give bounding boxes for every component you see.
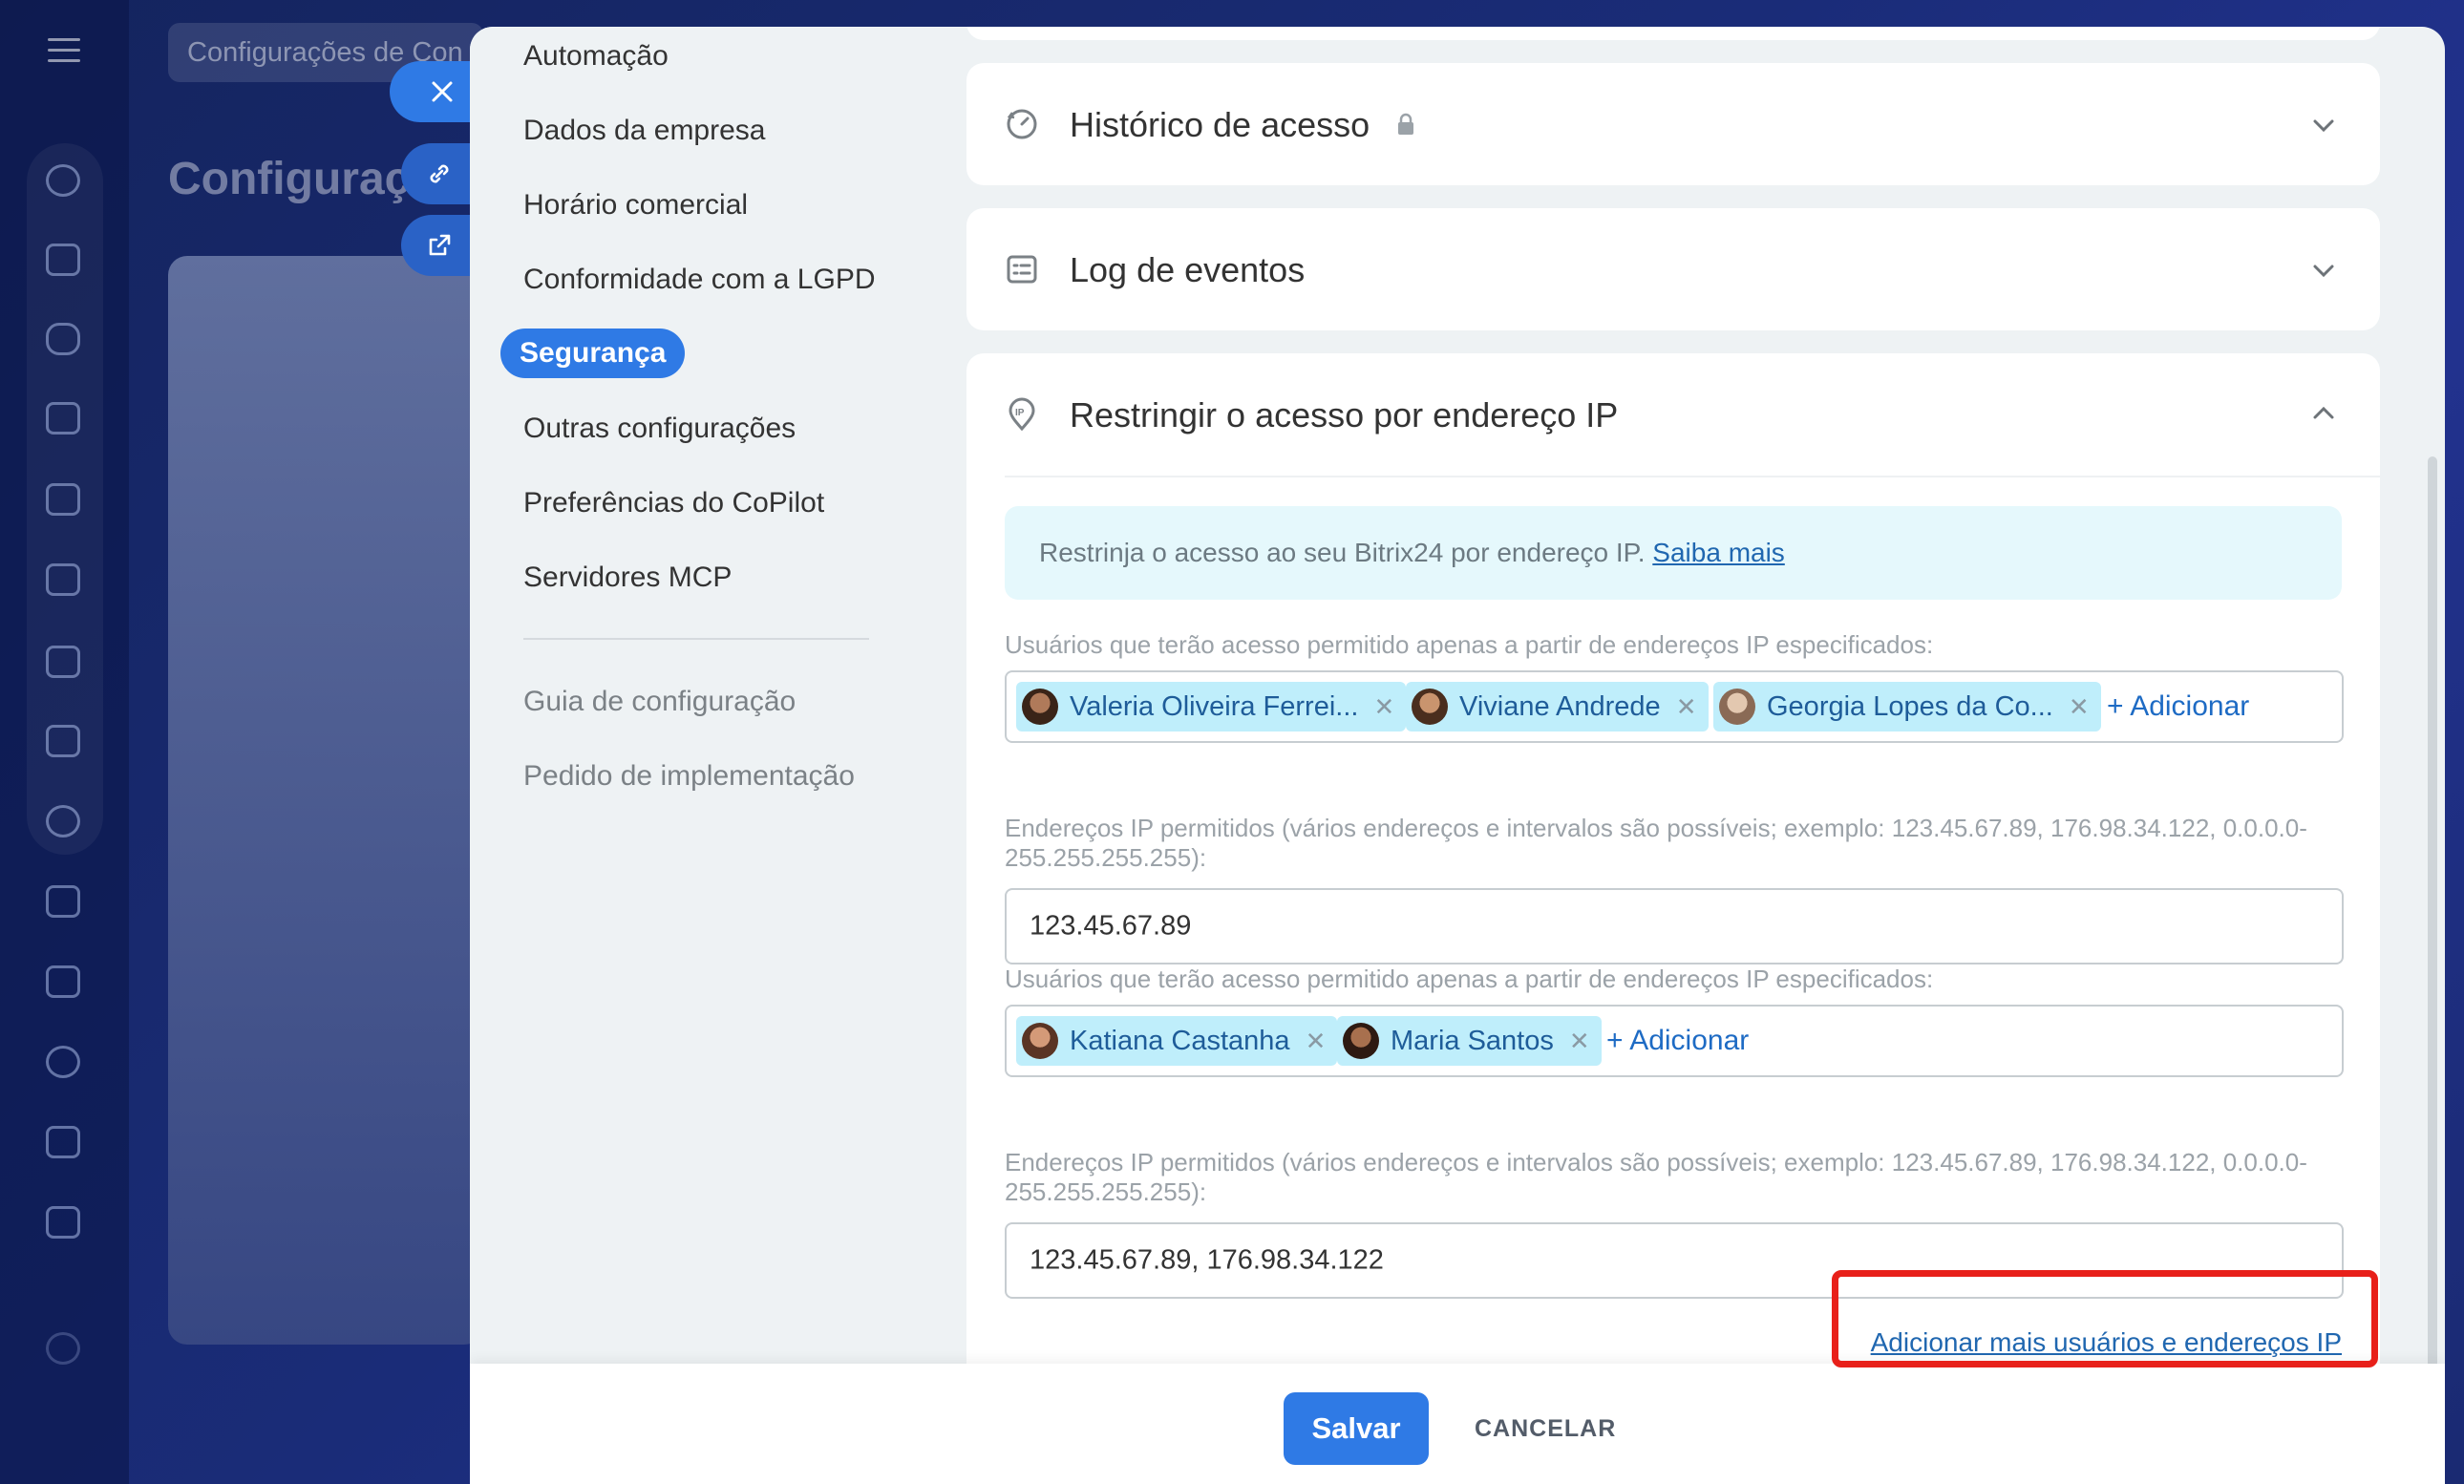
users-label: Usuários que terão acesso permitido apen…: [1005, 965, 1934, 993]
access-history-section[interactable]: Histórico de acesso: [966, 63, 2380, 185]
nav-item-security[interactable]: Segurança: [500, 329, 686, 378]
user-tag[interactable]: Viviane Andrede ✕: [1406, 682, 1709, 731]
link-icon: [430, 164, 449, 183]
svg-text:IP: IP: [1015, 408, 1025, 418]
nav-item-automation[interactable]: Automação: [523, 40, 669, 73]
hamburger-icon[interactable]: [48, 38, 80, 65]
background-page-title: Configuraç: [168, 154, 411, 204]
add-user-link[interactable]: + Adicionar: [1606, 1025, 1749, 1057]
background-card: [168, 256, 483, 1345]
nav-item-business-hours[interactable]: Horário comercial: [523, 189, 748, 222]
crm-icon[interactable]: [46, 164, 80, 197]
settings-nav: Automação Dados da empresa Horário comer…: [470, 27, 966, 1364]
nav-item-setup-guide[interactable]: Guia de configuração: [523, 686, 796, 718]
lock-icon: [1398, 113, 1413, 135]
ip-restriction-section: IP Restringir o acesso por endereço IP R…: [966, 353, 2380, 1423]
history-icon: [1007, 109, 1037, 139]
avatar: [1022, 1023, 1058, 1059]
ip-address-input[interactable]: 123.45.67.89: [1005, 888, 2344, 965]
cart-icon[interactable]: [46, 1126, 80, 1158]
mail-icon[interactable]: [46, 725, 80, 757]
ip-address-value: 123.45.67.89: [1030, 910, 1192, 942]
section-divider: [1005, 476, 2380, 477]
ip-restriction-title: Restringir o acesso por endereço IP: [1070, 395, 1619, 435]
target-icon[interactable]: [46, 1046, 80, 1078]
user-name: Viviane Andrede: [1459, 690, 1661, 722]
ip-label: Endereços IP permitidos (vários endereço…: [1005, 1148, 2307, 1206]
calendar-icon[interactable]: [46, 402, 80, 435]
close-icon: [432, 81, 453, 102]
access-history-title: Histórico de acesso: [1070, 105, 1370, 144]
user-tag[interactable]: Valeria Oliveira Ferrei... ✕: [1016, 682, 1407, 731]
avatar: [1343, 1023, 1379, 1059]
ip-info-text: Restrinja o acesso ao seu Bitrix24 por e…: [1039, 538, 1646, 567]
copy-link-button[interactable]: [401, 143, 478, 204]
user-name: Maria Santos: [1391, 1025, 1554, 1056]
nav-divider: [523, 638, 869, 640]
scrollbar[interactable]: [2428, 456, 2437, 1373]
user-tag[interactable]: Georgia Lopes da Co... ✕: [1713, 682, 2101, 731]
feed-icon[interactable]: [46, 244, 80, 276]
avatar: [1022, 689, 1058, 725]
ip-location-icon: IP: [1009, 397, 1035, 432]
user-name: Georgia Lopes da Co...: [1767, 690, 2053, 722]
users-selector[interactable]: Valeria Oliveira Ferrei... ✕ Viviane And…: [1005, 670, 2344, 743]
drive-icon[interactable]: [46, 646, 80, 678]
users-label: Usuários que terão acesso permitido apen…: [1005, 630, 1934, 659]
document-icon[interactable]: [46, 483, 80, 516]
highlight-box: [1832, 1270, 2378, 1367]
nav-item-copilot[interactable]: Preferências do CoPilot: [523, 487, 824, 519]
avatar: [1412, 689, 1448, 725]
chevron-down-icon[interactable]: [2311, 258, 2336, 283]
cancel-button[interactable]: CANCELAR: [1475, 1392, 1616, 1465]
settings-slider: Automação Dados da empresa Horário comer…: [470, 27, 2445, 1484]
user-tag[interactable]: Maria Santos ✕: [1337, 1016, 1602, 1066]
remove-icon[interactable]: ✕: [2069, 692, 2090, 722]
ip-address-value: 123.45.67.89, 176.98.34.122: [1030, 1244, 1384, 1276]
remove-icon[interactable]: ✕: [1373, 692, 1394, 722]
event-log-title: Log de eventos: [1070, 250, 1306, 289]
chevron-down-icon[interactable]: [2311, 113, 2336, 138]
nav-item-other-settings[interactable]: Outras configurações: [523, 413, 796, 445]
settings-icon[interactable]: [46, 1332, 80, 1365]
users-selector[interactable]: Katiana Castanha ✕ Maria Santos ✕ + Adic…: [1005, 1005, 2344, 1077]
external-link-icon: [429, 234, 451, 256]
event-log-section[interactable]: Log de eventos: [966, 208, 2380, 330]
event-log-icon: [1007, 255, 1037, 284]
previous-card: [966, 27, 2380, 40]
ip-info-box: Restrinja o acesso ao seu Bitrix24 por e…: [1005, 506, 2342, 600]
nav-item-mcp-servers[interactable]: Servidores MCP: [523, 562, 732, 594]
board-icon[interactable]: [46, 563, 80, 596]
remove-icon[interactable]: ✕: [1676, 692, 1697, 722]
learn-more-link[interactable]: Saiba mais: [1652, 538, 1785, 567]
nav-item-implementation-request[interactable]: Pedido de implementação: [523, 760, 855, 793]
user-tag[interactable]: Katiana Castanha ✕: [1016, 1016, 1338, 1066]
user-name: Valeria Oliveira Ferrei...: [1070, 690, 1359, 722]
remove-icon[interactable]: ✕: [1569, 1027, 1590, 1056]
save-button[interactable]: Salvar: [1284, 1392, 1429, 1465]
chevron-up-icon[interactable]: [2311, 401, 2336, 426]
chat-icon[interactable]: [46, 323, 80, 355]
employees-icon[interactable]: [46, 805, 80, 837]
open-new-window-button[interactable]: [401, 215, 478, 276]
filter-icon[interactable]: [46, 965, 80, 998]
ip-label: Endereços IP permitidos (vários endereço…: [1005, 814, 2307, 872]
user-name: Katiana Castanha: [1070, 1025, 1290, 1056]
tasks-icon[interactable]: [46, 885, 80, 918]
add-user-link[interactable]: + Adicionar: [2107, 690, 2249, 723]
avatar: [1719, 689, 1755, 725]
form-footer: Salvar CANCELAR: [470, 1364, 2445, 1484]
id-card-icon[interactable]: [46, 1206, 80, 1239]
nav-item-lgpd[interactable]: Conformidade com a LGPD: [523, 264, 876, 296]
nav-item-company-data[interactable]: Dados da empresa: [523, 115, 765, 147]
remove-icon[interactable]: ✕: [1306, 1027, 1327, 1056]
